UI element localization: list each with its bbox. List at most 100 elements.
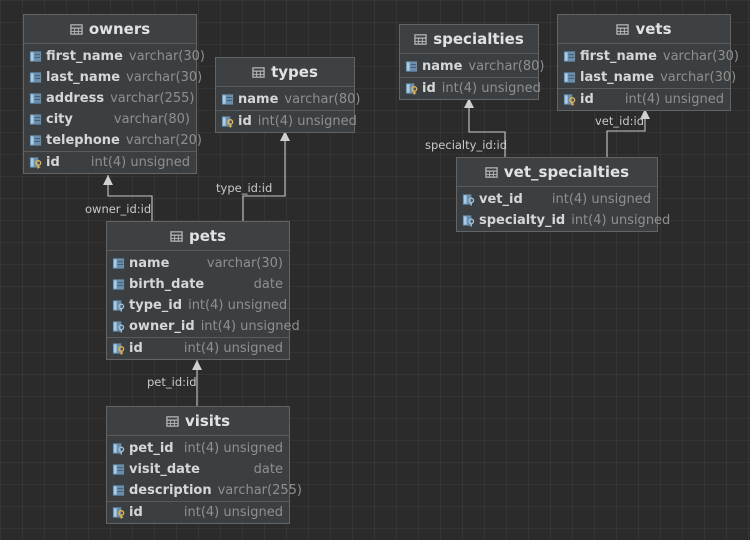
column-row[interactable]: first_name varchar(30): [24, 46, 205, 67]
column-type: int(4) unsigned: [183, 441, 283, 456]
column-name: first_name: [46, 49, 123, 64]
column-row[interactable]: name varchar(30): [107, 253, 289, 274]
relation-arrow-owner: [103, 175, 113, 185]
column-name: first_name: [580, 49, 657, 64]
table-icon: [252, 66, 265, 78]
column-row[interactable]: address varchar(255): [24, 88, 196, 109]
primary-key-icon: [405, 83, 418, 95]
table-owners[interactable]: owners first_name varchar(30) last_name varc…: [23, 14, 205, 174]
column-icon: [112, 464, 125, 475]
column-type: varchar(80): [284, 92, 361, 107]
relation-label-owner: owner_id:id: [85, 202, 152, 216]
table-icon: [414, 33, 427, 45]
table-header[interactable]: owners: [24, 15, 196, 44]
table-pets[interactable]: pets name varchar(30) birth_date date type_id…: [106, 221, 300, 360]
column-type: int(4) unsigned: [571, 213, 671, 228]
column-row[interactable]: name varchar(80): [400, 56, 545, 77]
column-name: id: [129, 341, 143, 356]
column-type: varchar(30): [128, 49, 205, 64]
primary-key-icon: [563, 94, 576, 106]
table-title: vet_specialties: [503, 163, 630, 181]
column-name: specialty_id: [479, 213, 566, 228]
column-type: varchar(255): [217, 483, 302, 498]
column-type: varchar(80): [113, 112, 190, 127]
foreign-key-icon: [462, 215, 475, 227]
primary-key-icon: [112, 507, 125, 519]
column-row[interactable]: id int(4) unsigned: [558, 88, 730, 110]
table-title: types: [271, 63, 318, 81]
column-row[interactable]: type_id int(4) unsigned: [107, 295, 289, 316]
column-row[interactable]: id int(4) unsigned: [107, 501, 289, 523]
column-icon: [29, 135, 42, 146]
column-row[interactable]: first_name varchar(30): [558, 46, 739, 67]
column-name: pet_id: [129, 441, 174, 456]
column-name: id: [422, 81, 436, 96]
column-name: vet_id: [479, 192, 523, 207]
table-vets[interactable]: vets first_name varchar(30) last_name varcha…: [557, 14, 739, 111]
column-name: name: [422, 59, 463, 74]
foreign-key-icon: [462, 194, 475, 206]
primary-key-icon: [29, 157, 42, 169]
table-header[interactable]: types: [216, 58, 354, 87]
table-title: pets: [188, 227, 226, 245]
table-title: visits: [184, 412, 231, 430]
column-name: address: [46, 91, 105, 106]
column-row[interactable]: pet_id int(4) unsigned: [107, 438, 289, 459]
column-icon: [29, 93, 42, 104]
column-type: int(4) unsigned: [90, 155, 190, 170]
column-type: varchar(80): [468, 59, 545, 74]
column-type: varchar(30): [206, 256, 283, 271]
column-row[interactable]: id int(4) unsigned: [107, 337, 289, 359]
foreign-key-icon: [112, 321, 125, 333]
table-icon: [70, 23, 83, 35]
column-icon: [221, 94, 234, 105]
table-types[interactable]: types name varchar(80) id int(4) unsigned: [215, 57, 361, 133]
column-type: varchar(255): [110, 91, 195, 106]
table-vet-specialties[interactable]: vet_specialties vet_id int(4) unsigned spec…: [456, 157, 670, 232]
column-row[interactable]: birth_date date: [107, 274, 289, 295]
column-type: int(4) unsigned: [441, 81, 541, 96]
column-icon: [563, 51, 576, 62]
column-row[interactable]: owner_id int(4) unsigned: [107, 316, 300, 337]
table-specialties[interactable]: specialties name varchar(80) id int(4) unsig…: [399, 24, 545, 100]
column-row[interactable]: specialty_id int(4) unsigned: [457, 210, 670, 231]
column-row[interactable]: name varchar(80): [216, 89, 361, 110]
table-header[interactable]: vets: [558, 15, 730, 44]
relation-line-type: [242, 131, 286, 221]
table-visits[interactable]: visits pet_id int(4) unsigned visit_date dat…: [106, 406, 302, 524]
column-row[interactable]: vet_id int(4) unsigned: [457, 189, 657, 210]
table-title: owners: [88, 20, 151, 38]
column-icon: [563, 72, 576, 83]
column-icon: [29, 51, 42, 62]
column-type: varchar(30): [662, 49, 739, 64]
column-type: int(4) unsigned: [183, 505, 283, 520]
column-row[interactable]: id int(4) unsigned: [400, 77, 541, 99]
table-icon: [616, 23, 630, 35]
column-row[interactable]: description varchar(255): [107, 480, 302, 501]
column-icon: [29, 114, 42, 125]
column-name: id: [46, 155, 60, 170]
column-name: description: [129, 483, 212, 498]
column-name: last_name: [46, 70, 121, 85]
foreign-key-icon: [112, 300, 125, 312]
relation-arrow-pet: [192, 360, 202, 370]
table-header[interactable]: visits: [107, 407, 289, 436]
column-name: birth_date: [129, 277, 205, 292]
column-row[interactable]: visit_date date: [107, 459, 289, 480]
table-header[interactable]: specialties: [400, 25, 538, 54]
table-icon: [170, 230, 183, 242]
column-row[interactable]: last_name varchar(30): [24, 67, 202, 88]
column-row[interactable]: id int(4) unsigned: [24, 151, 196, 173]
column-name: name: [129, 256, 170, 271]
column-row[interactable]: last_name varchar(30): [558, 67, 736, 88]
table-header[interactable]: pets: [107, 222, 289, 251]
column-row[interactable]: id int(4) unsigned: [216, 110, 357, 132]
column-name: id: [129, 505, 143, 520]
column-row[interactable]: city varchar(80): [24, 109, 196, 130]
column-row[interactable]: telephone varchar(20): [24, 130, 202, 151]
table-header[interactable]: vet_specialties: [457, 158, 657, 187]
column-name: visit_date: [129, 462, 200, 477]
column-name: id: [238, 114, 252, 129]
column-type: int(4) unsigned: [183, 341, 283, 356]
column-type: varchar(20): [125, 133, 202, 148]
